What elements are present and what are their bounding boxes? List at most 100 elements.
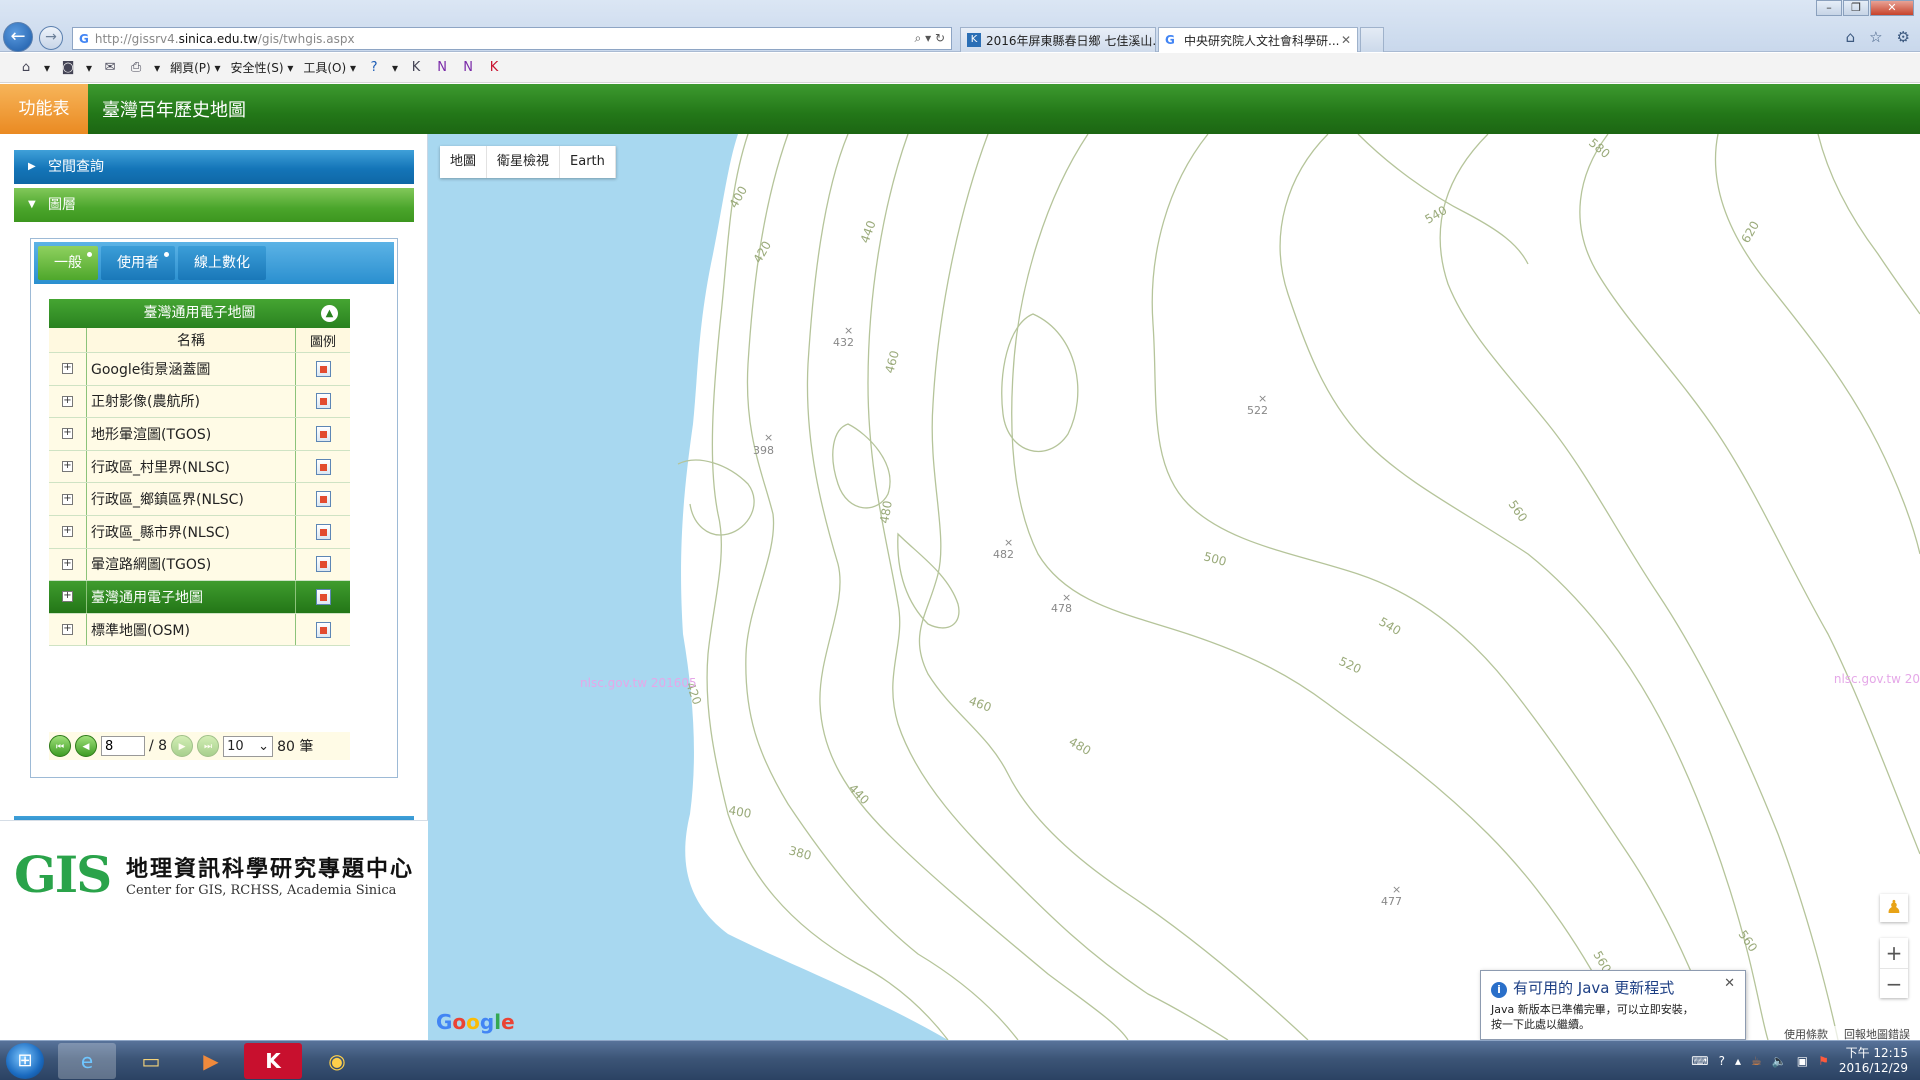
network-icon[interactable]: ▣ [1797,1054,1808,1068]
table-row[interactable]: + 正射影像(農航所) [49,385,350,419]
kaspersky-k-icon[interactable]: K [486,60,502,76]
forward-button[interactable]: → [39,26,63,50]
chevron-up-icon[interactable]: ▴ [1735,1054,1741,1068]
prev-page-icon[interactable]: ◀ [75,735,97,757]
zoom-out-button[interactable]: − [1880,968,1908,998]
explorer-taskbar-icon[interactable]: ▭ [122,1043,180,1079]
first-page-icon[interactable]: ⏮ [49,735,71,757]
safety-menu[interactable]: 安全性(S) ▾ [231,59,294,76]
function-menu-button[interactable]: 功能表 [0,84,88,134]
close-icon[interactable]: ✕ [1724,976,1735,991]
tab-general[interactable]: 一般 [38,246,98,280]
home-icon[interactable]: ⌂ [18,60,34,76]
dropdown-arrow-icon[interactable]: ▾ [154,61,160,75]
tab-online-digitize[interactable]: 線上數化 [178,246,266,280]
legend-icon[interactable] [315,621,331,638]
media-player-taskbar-icon[interactable]: ▶ [182,1043,240,1079]
terms-link[interactable]: 使用條款 [1784,1026,1828,1040]
accordion-layers[interactable]: ▼ 圖層 [14,188,414,222]
chrome-taskbar-icon[interactable]: ◉ [308,1043,366,1079]
tab-user[interactable]: 使用者 [101,246,175,280]
layer-table-title: 臺灣通用電子地圖 ▲ [49,299,350,328]
next-page-icon[interactable]: ▶ [171,735,194,757]
kaspersky-taskbar-icon[interactable]: K [244,1043,302,1079]
expand-plus-icon[interactable]: + [62,526,73,538]
zoom-in-button[interactable]: + [1880,938,1908,968]
accordion-spatial-query[interactable]: ▶ 空間查詢 [14,150,414,184]
table-row[interactable]: + 地形暈渲圖(TGOS) [49,418,350,451]
kaspersky-icon[interactable]: K [408,60,424,76]
map-canvas[interactable]: 400 420 440 460 480 500 520 540 560 580 … [428,134,1920,1040]
tab-sinica[interactable]: G 中央研究院人文社會科學研... ✕ [1158,27,1358,52]
restore-button[interactable]: ❐ [1843,0,1869,16]
map-type-map[interactable]: 地圖 [440,146,488,178]
expand-plus-icon[interactable]: + [62,558,73,570]
legend-icon[interactable] [315,458,331,475]
table-row[interactable]: + 行政區_縣市界(NLSC) [49,515,350,549]
map-type-earth[interactable]: Earth [560,146,616,178]
address-tools[interactable]: ⌕ ▾ ↻ [915,31,945,46]
action-center-flag-icon[interactable]: ⚑ [1818,1054,1829,1068]
expand-plus-icon[interactable]: + [62,395,73,407]
expand-plus-icon[interactable]: + [62,591,73,603]
dropdown-arrow-icon[interactable]: ▾ [86,61,92,75]
java-tray-icon[interactable]: ☕ [1751,1054,1762,1068]
last-page-icon[interactable]: ⏭ [197,735,220,757]
new-tab-button[interactable] [1360,27,1384,52]
help-icon[interactable]: ? [366,60,382,76]
map-type-satellite[interactable]: 衛星檢視 [487,146,561,178]
table-row[interactable]: + 行政區_鄉鎮區界(NLSC) [49,483,350,516]
onenote-linked-icon[interactable]: N [460,60,476,76]
expand-plus-icon[interactable]: + [62,493,73,505]
street-view-pegman-icon[interactable]: ♟ [1880,894,1908,922]
mail-icon[interactable]: ✉ [102,60,118,76]
table-row[interactable]: + 行政區_村里界(NLSC) [49,450,350,484]
back-button[interactable]: ← [3,22,33,52]
legend-icon[interactable] [315,491,331,508]
expand-plus-icon[interactable]: + [62,428,73,440]
tab-festival[interactable]: K 2016年屏東縣春日鄉 七佳溪山... [960,27,1156,52]
search-icon[interactable]: ⌕ [915,31,922,45]
table-row-selected[interactable]: + 臺灣通用電子地圖 [49,581,350,614]
layer-panel: 一般 使用者 線上數化 臺灣通用電子地圖 ▲ 名稱 圖例 + Google街景涵蓋… [30,238,398,778]
minimize-button[interactable]: – [1816,0,1842,16]
legend-icon[interactable] [315,588,331,605]
system-clock[interactable]: 下午 12:15 2016/12/29 [1839,1046,1908,1076]
expand-plus-icon[interactable]: + [62,461,73,473]
legend-icon[interactable] [315,523,331,540]
close-window-button[interactable]: ✕ [1870,0,1914,16]
rss-icon[interactable]: ◙ [60,60,76,76]
table-row[interactable]: + 暈渲路網圖(TGOS) [49,548,350,582]
home-icon[interactable]: ⌂ [1846,28,1856,46]
settings-gear-icon[interactable]: ⚙ [1897,28,1910,46]
favorites-star-icon[interactable]: ☆ [1869,28,1882,46]
onenote-icon[interactable]: N [434,60,450,76]
dropdown-arrow-icon[interactable]: ▾ [44,61,50,75]
legend-icon[interactable] [315,425,331,442]
volume-icon[interactable]: 🔈 [1772,1054,1787,1068]
expand-plus-icon[interactable]: + [62,624,73,636]
page-number-input[interactable] [101,736,145,756]
legend-icon[interactable] [315,556,331,573]
address-bar[interactable]: G http://gissrv4. sinica.edu.tw/gis/twhgi… [72,27,952,50]
google-favicon-icon: G [79,31,89,46]
keyboard-icon[interactable]: ⌨ [1691,1054,1708,1068]
close-tab-icon[interactable]: ✕ [1341,33,1351,47]
report-error-link[interactable]: 回報地圖錯誤 [1844,1026,1910,1040]
table-row[interactable]: + 標準地圖(OSM) [49,613,350,647]
collapse-up-icon[interactable]: ▲ [321,305,338,322]
start-button[interactable]: ⊞ [6,1043,44,1079]
refresh-icon[interactable]: ↻ [935,31,945,45]
tools-menu[interactable]: 工具(O) ▾ [303,59,356,76]
ie-taskbar-icon[interactable]: e [58,1043,116,1079]
dropdown-arrow-icon[interactable]: ▾ [392,61,398,75]
help-tray-icon[interactable]: ? [1719,1054,1725,1068]
table-row[interactable]: + Google街景涵蓋圖 [49,353,350,386]
legend-icon[interactable] [315,393,331,410]
expand-plus-icon[interactable]: + [62,363,73,375]
java-update-notification[interactable]: i 有可用的 Java 更新程式 ✕ Java 新版本已準備完畢，可以立即安裝， … [1480,970,1746,1040]
legend-icon[interactable] [315,360,331,377]
page-menu[interactable]: 網頁(P) ▾ [170,59,220,76]
page-size-select[interactable]: 10 ⌄ [223,735,274,757]
print-icon[interactable]: ⎙ [128,60,144,76]
